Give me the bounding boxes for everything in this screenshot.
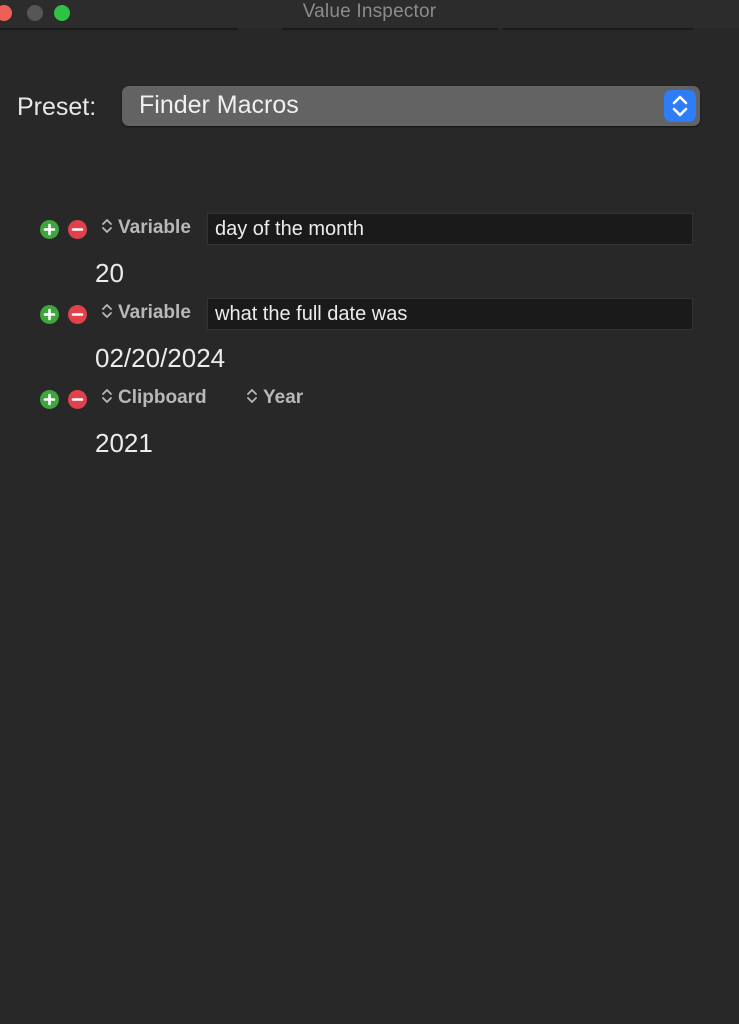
up-down-chevron-icon xyxy=(102,219,112,233)
inspector-row: Clipboard Year xyxy=(40,381,700,417)
variable-name-input[interactable] xyxy=(207,298,693,330)
add-row-button[interactable] xyxy=(40,390,59,409)
source-selector-label: Variable xyxy=(118,217,191,238)
remove-row-button[interactable] xyxy=(68,305,87,324)
minus-icon xyxy=(71,228,84,231)
remove-row-button[interactable] xyxy=(68,390,87,409)
source-selector-label: Variable xyxy=(118,302,191,323)
window-title: Value Inspector xyxy=(302,1,437,22)
plus-icon xyxy=(43,308,56,321)
up-down-chevron-icon xyxy=(102,304,112,318)
inspector-row: Variable xyxy=(40,296,700,332)
row-value: 20 xyxy=(95,258,124,288)
preset-selected-value: Finder Macros xyxy=(139,91,299,119)
minus-icon xyxy=(71,398,84,401)
source-selector[interactable]: Variable xyxy=(100,302,191,324)
source-selector-label: Clipboard xyxy=(118,387,207,408)
clipboard-field-label: Year xyxy=(263,387,304,408)
toolbar-divider xyxy=(282,28,498,30)
add-row-button[interactable] xyxy=(40,220,59,239)
inspector-row: Variable xyxy=(40,211,700,247)
row-value: 2021 xyxy=(95,428,153,458)
up-down-chevron-icon xyxy=(102,389,112,403)
minus-icon xyxy=(71,313,84,316)
clipboard-field-selector[interactable]: Year xyxy=(245,387,303,409)
variable-name-input[interactable] xyxy=(207,213,693,245)
remove-row-button[interactable] xyxy=(68,220,87,239)
toolbar-divider xyxy=(503,28,693,30)
preset-label: Preset: xyxy=(17,93,97,121)
add-row-button[interactable] xyxy=(40,305,59,324)
preset-row: Preset: Finder Macros xyxy=(17,86,707,128)
title-bar: Value Inspector xyxy=(0,0,739,28)
row-value: 02/20/2024 xyxy=(95,343,226,373)
plus-icon xyxy=(43,223,56,236)
preset-select[interactable]: Finder Macros xyxy=(122,86,700,126)
plus-icon xyxy=(43,393,56,406)
value-inspector-window: Value Inspector Preset: Finder Macros Va… xyxy=(0,0,739,1024)
source-selector[interactable]: Variable xyxy=(100,217,191,239)
up-down-chevron-icon xyxy=(664,90,696,122)
up-down-chevron-icon xyxy=(247,389,257,403)
source-selector[interactable]: Clipboard xyxy=(100,387,207,409)
toolbar-divider xyxy=(0,28,238,30)
